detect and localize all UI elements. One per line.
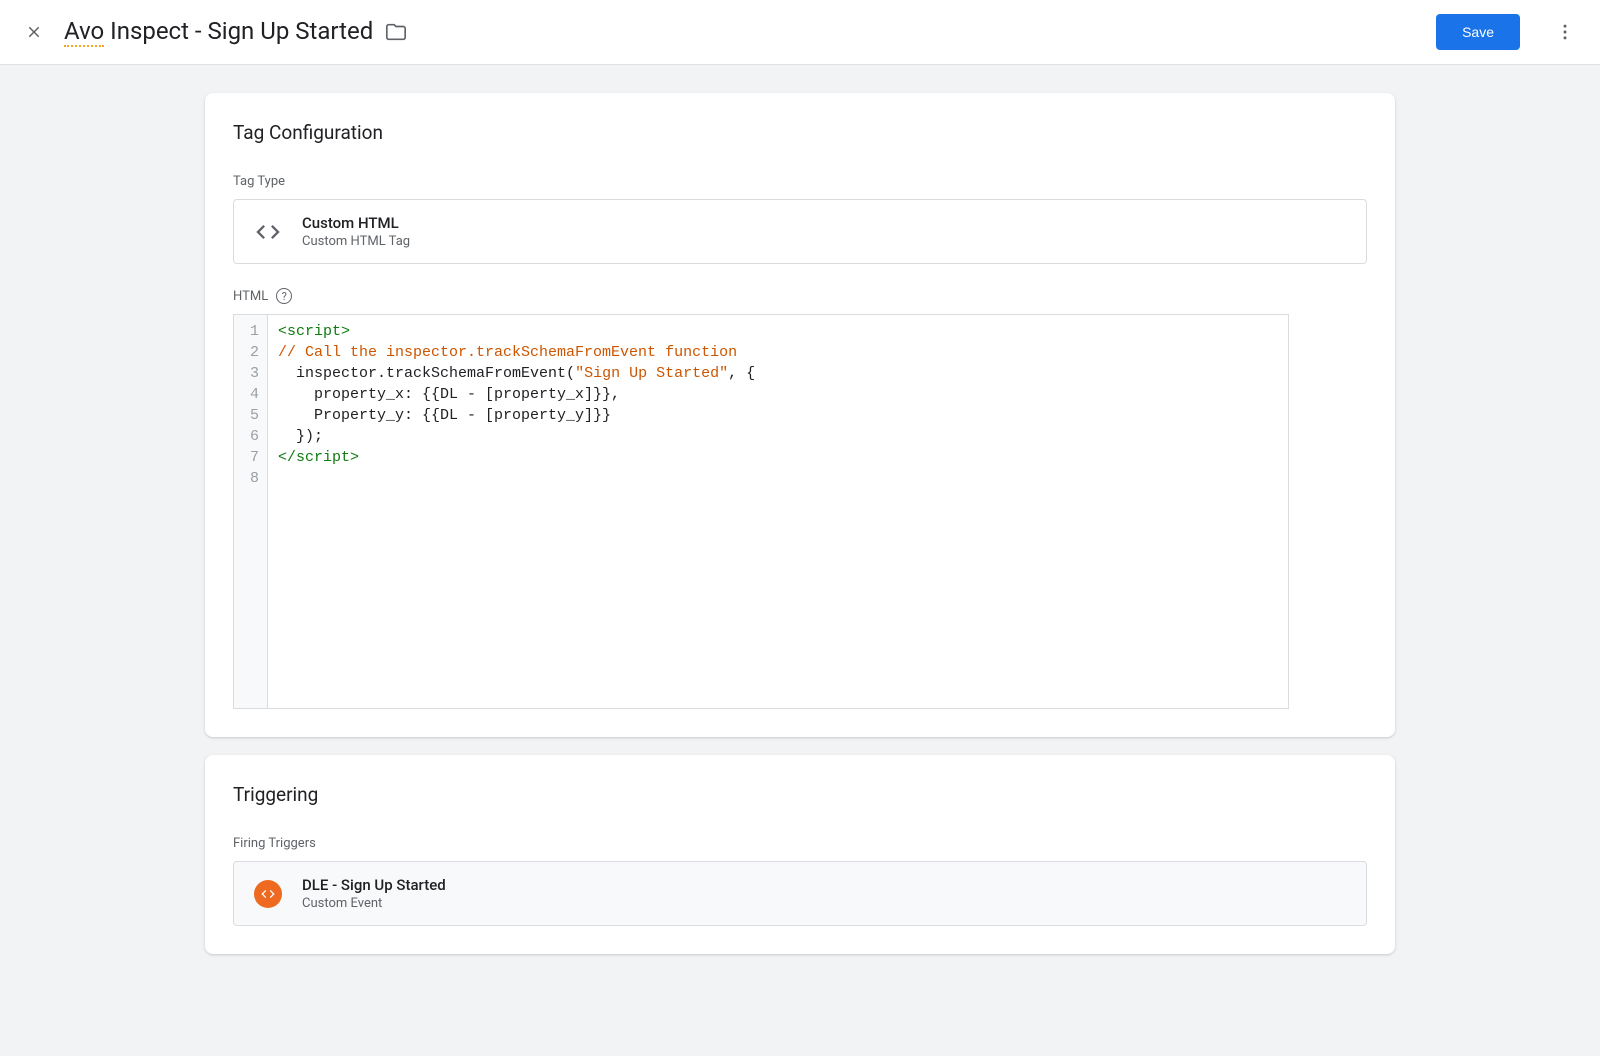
help-icon[interactable]: ? (276, 288, 292, 304)
title-underlined: Avo (64, 17, 104, 47)
folder-icon[interactable] (385, 21, 407, 43)
tag-configuration-card: Tag Configuration Tag Type Custom HTML C… (205, 93, 1395, 737)
trigger-text: DLE - Sign Up Started Custom Event (302, 876, 446, 911)
html-editor[interactable]: 12345678 <script>// Call the inspector.t… (233, 314, 1289, 709)
tag-type-label: Tag Type (233, 174, 1367, 189)
header: Avo Inspect - Sign Up Started Save (0, 0, 1600, 65)
page-body: Tag Configuration Tag Type Custom HTML C… (0, 65, 1600, 1056)
title-wrap: Avo Inspect - Sign Up Started (64, 17, 1418, 48)
title-rest: Inspect - Sign Up Started (104, 17, 373, 45)
triggering-card: Triggering Firing Triggers DLE - Sign Up… (205, 755, 1395, 954)
tag-config-title: Tag Configuration (233, 121, 1367, 144)
tag-type-name: Custom HTML (302, 214, 410, 232)
close-icon[interactable] (22, 20, 46, 44)
trigger-name: DLE - Sign Up Started (302, 876, 446, 894)
tag-type-selector[interactable]: Custom HTML Custom HTML Tag (233, 199, 1367, 264)
page-title[interactable]: Avo Inspect - Sign Up Started (64, 17, 373, 48)
editor-gutter: 12345678 (234, 315, 268, 708)
editor-code[interactable]: <script>// Call the inspector.trackSchem… (268, 315, 765, 708)
trigger-code-icon (254, 880, 282, 908)
triggering-title: Triggering (233, 783, 1367, 806)
tag-type-text: Custom HTML Custom HTML Tag (302, 214, 410, 249)
more-vert-icon[interactable] (1552, 19, 1578, 45)
firing-trigger-row[interactable]: DLE - Sign Up Started Custom Event (233, 861, 1367, 926)
trigger-sub: Custom Event (302, 896, 446, 911)
code-icon (254, 218, 282, 246)
html-label-text: HTML (233, 289, 268, 304)
firing-triggers-label: Firing Triggers (233, 836, 1367, 851)
html-label: HTML ? (233, 288, 1367, 304)
tag-type-sub: Custom HTML Tag (302, 234, 410, 249)
save-button[interactable]: Save (1436, 14, 1520, 50)
